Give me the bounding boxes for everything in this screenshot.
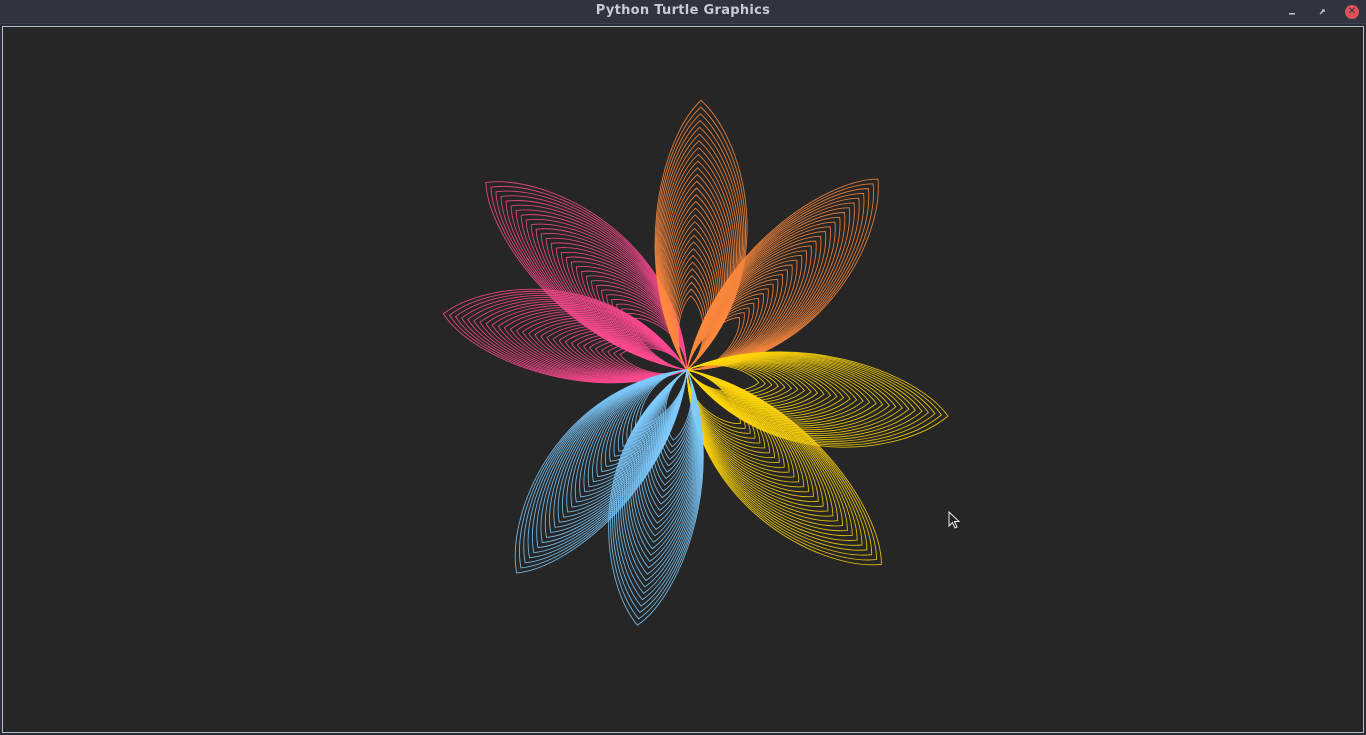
mouse-pointer-icon — [948, 511, 961, 529]
maximize-icon[interactable] — [1314, 4, 1330, 20]
petal — [686, 351, 949, 448]
flower-drawing — [442, 99, 949, 626]
window-title: Python Turtle Graphics — [595, 3, 771, 18]
close-icon[interactable]: ✕ — [1344, 4, 1360, 20]
minimize-icon[interactable] — [1284, 4, 1300, 20]
window-titlebar[interactable]: Python Turtle Graphics ✕ — [0, 0, 1366, 24]
turtle-canvas[interactable] — [2, 26, 1364, 733]
